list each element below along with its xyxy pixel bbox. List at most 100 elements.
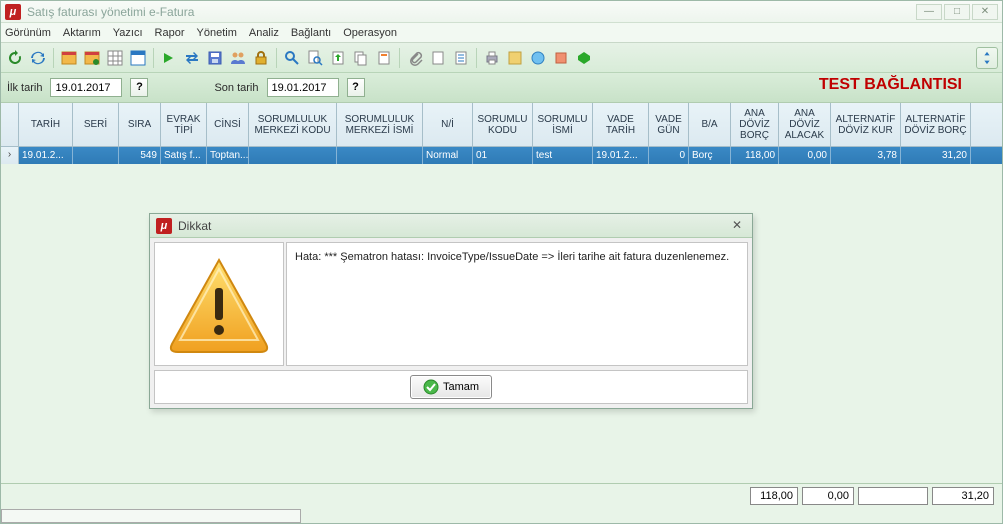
titlebar: μ Satış faturası yönetimi e-Fatura — □ ✕ xyxy=(1,1,1002,23)
users-icon[interactable] xyxy=(228,48,248,68)
toolbar xyxy=(1,43,1002,73)
last-date-input[interactable] xyxy=(267,78,339,97)
dialog-button-panel: Tamam xyxy=(154,370,748,404)
doc-lines-icon[interactable] xyxy=(451,48,471,68)
expand-icon[interactable] xyxy=(976,47,998,69)
close-button[interactable]: ✕ xyxy=(972,4,998,20)
col-sira[interactable]: SIRA xyxy=(119,103,161,146)
grid-icon[interactable] xyxy=(105,48,125,68)
col-cinsi[interactable]: CİNSİ xyxy=(207,103,249,146)
footer: 118,00 0,00 31,20 xyxy=(1,483,1002,523)
cell-vade-gun: 0 xyxy=(649,147,689,164)
col-ana-borc[interactable]: ANA DÖVİZ BORÇ xyxy=(731,103,779,146)
doc-blank-icon[interactable] xyxy=(428,48,448,68)
dialog-app-icon: μ xyxy=(156,218,172,234)
col-tarih[interactable]: TARİH xyxy=(19,103,73,146)
menu-analiz[interactable]: Analiz xyxy=(249,27,279,39)
cell-sorumlu-kodu: 01 xyxy=(473,147,533,164)
maximize-button[interactable]: □ xyxy=(944,4,970,20)
tool4-icon[interactable] xyxy=(574,48,594,68)
error-dialog: μ Dikkat ✕ Hata: * xyxy=(149,213,753,409)
first-date-label: İlk tarih xyxy=(7,82,42,94)
arrow-right-icon[interactable] xyxy=(159,48,179,68)
total-alt-kur xyxy=(858,487,928,505)
menu-yonetim[interactable]: Yönetim xyxy=(197,27,237,39)
tool1-icon[interactable] xyxy=(505,48,525,68)
refresh-icon[interactable] xyxy=(5,48,25,68)
calendar2-icon[interactable] xyxy=(82,48,102,68)
test-connection-header: TEST BAĞLANTISI xyxy=(819,76,962,94)
col-ana-alacak[interactable]: ANA DÖVİZ ALACAK xyxy=(779,103,831,146)
total-ana-borc: 118,00 xyxy=(750,487,798,505)
cell-ana-borc: 118,00 xyxy=(731,147,779,164)
menu-operasyon[interactable]: Operasyon xyxy=(343,27,397,39)
warning-icon xyxy=(164,254,274,354)
ok-button-label: Tamam xyxy=(443,381,479,393)
window-title: Satış faturası yönetimi e-Fatura xyxy=(27,5,916,19)
tool2-icon[interactable] xyxy=(528,48,548,68)
ok-button[interactable]: Tamam xyxy=(410,375,492,399)
dialog-title: Dikkat xyxy=(178,219,728,233)
menu-yazici[interactable]: Yazıcı xyxy=(113,27,143,39)
last-date-help[interactable]: ? xyxy=(347,78,365,97)
grid-alt-icon[interactable] xyxy=(128,48,148,68)
total-alt-borc: 31,20 xyxy=(932,487,994,505)
check-icon xyxy=(423,379,439,395)
data-grid: TARİH SERİ SIRA EVRAK TİPİ CİNSİ SORUMLU… xyxy=(1,103,1002,164)
save-icon[interactable] xyxy=(205,48,225,68)
dialog-titlebar: μ Dikkat ✕ xyxy=(150,214,752,238)
cell-ba: Borç xyxy=(689,147,731,164)
cell-sm-kodu xyxy=(249,147,337,164)
app-icon: μ xyxy=(5,4,21,20)
cell-alt-borc: 31,20 xyxy=(901,147,971,164)
cell-sira: 549 xyxy=(119,147,161,164)
col-alt-borc[interactable]: ALTERNATİF DÖVİZ BORÇ xyxy=(901,103,971,146)
cell-seri xyxy=(73,147,119,164)
search-icon[interactable] xyxy=(282,48,302,68)
col-sorumlu-ismi[interactable]: SORUMLU İSMİ xyxy=(533,103,593,146)
print-icon[interactable] xyxy=(482,48,502,68)
col-sorumlu-kodu[interactable]: SORUMLU KODU xyxy=(473,103,533,146)
cell-sorumlu-ismi: test xyxy=(533,147,593,164)
dialog-message: Hata: *** Şematron hatası: InvoiceType/I… xyxy=(286,242,748,366)
first-date-help[interactable]: ? xyxy=(130,78,148,97)
menu-aktarim[interactable]: Aktarım xyxy=(63,27,101,39)
menu-rapor[interactable]: Rapor xyxy=(155,27,185,39)
dialog-close-icon[interactable]: ✕ xyxy=(728,218,746,234)
minimize-button[interactable]: — xyxy=(916,4,942,20)
menu-gorunum[interactable]: Görünüm xyxy=(5,27,51,39)
last-date-label: Son tarih xyxy=(214,82,258,94)
doc-alt-icon[interactable] xyxy=(374,48,394,68)
doc-search-icon[interactable] xyxy=(305,48,325,68)
cell-alt-kur: 3,78 xyxy=(831,147,901,164)
col-sm-ismi[interactable]: SORUMLULUK MERKEZİ İSMİ xyxy=(337,103,423,146)
calendar-icon[interactable] xyxy=(59,48,79,68)
col-evrak-tipi[interactable]: EVRAK TİPİ xyxy=(161,103,207,146)
tool3-icon[interactable] xyxy=(551,48,571,68)
grid-header: TARİH SERİ SIRA EVRAK TİPİ CİNSİ SORUMLU… xyxy=(1,103,1002,147)
row-indicator-header xyxy=(1,103,19,146)
dialog-icon-panel xyxy=(154,242,284,366)
progress-bar xyxy=(1,509,301,523)
filter-bar: İlk tarih ? Son tarih ? TEST BAĞLANTISI xyxy=(1,73,1002,103)
refresh-all-icon[interactable] xyxy=(28,48,48,68)
col-vade-gun[interactable]: VADE GÜN xyxy=(649,103,689,146)
cell-ana-alacak: 0,00 xyxy=(779,147,831,164)
table-row[interactable]: › 19.01.2... 549 Satış f... Toptan... No… xyxy=(1,147,1002,164)
lock-icon[interactable] xyxy=(251,48,271,68)
exchange-icon[interactable] xyxy=(182,48,202,68)
col-ni[interactable]: N/İ xyxy=(423,103,473,146)
first-date-input[interactable] xyxy=(50,78,122,97)
cell-tarih: 19.01.2... xyxy=(19,147,73,164)
col-alt-kur[interactable]: ALTERNATİF DÖVİZ KUR xyxy=(831,103,901,146)
col-vade-tarih[interactable]: VADE TARİH xyxy=(593,103,649,146)
doc-up-icon[interactable] xyxy=(328,48,348,68)
cell-evrak-tipi: Satış f... xyxy=(161,147,207,164)
col-sm-kodu[interactable]: SORUMLULUK MERKEZİ KODU xyxy=(249,103,337,146)
col-seri[interactable]: SERİ xyxy=(73,103,119,146)
menu-baglanti[interactable]: Bağlantı xyxy=(291,27,331,39)
col-ba[interactable]: B/A xyxy=(689,103,731,146)
doc-copy-icon[interactable] xyxy=(351,48,371,68)
cell-ni: Normal xyxy=(423,147,473,164)
attach-icon[interactable] xyxy=(405,48,425,68)
